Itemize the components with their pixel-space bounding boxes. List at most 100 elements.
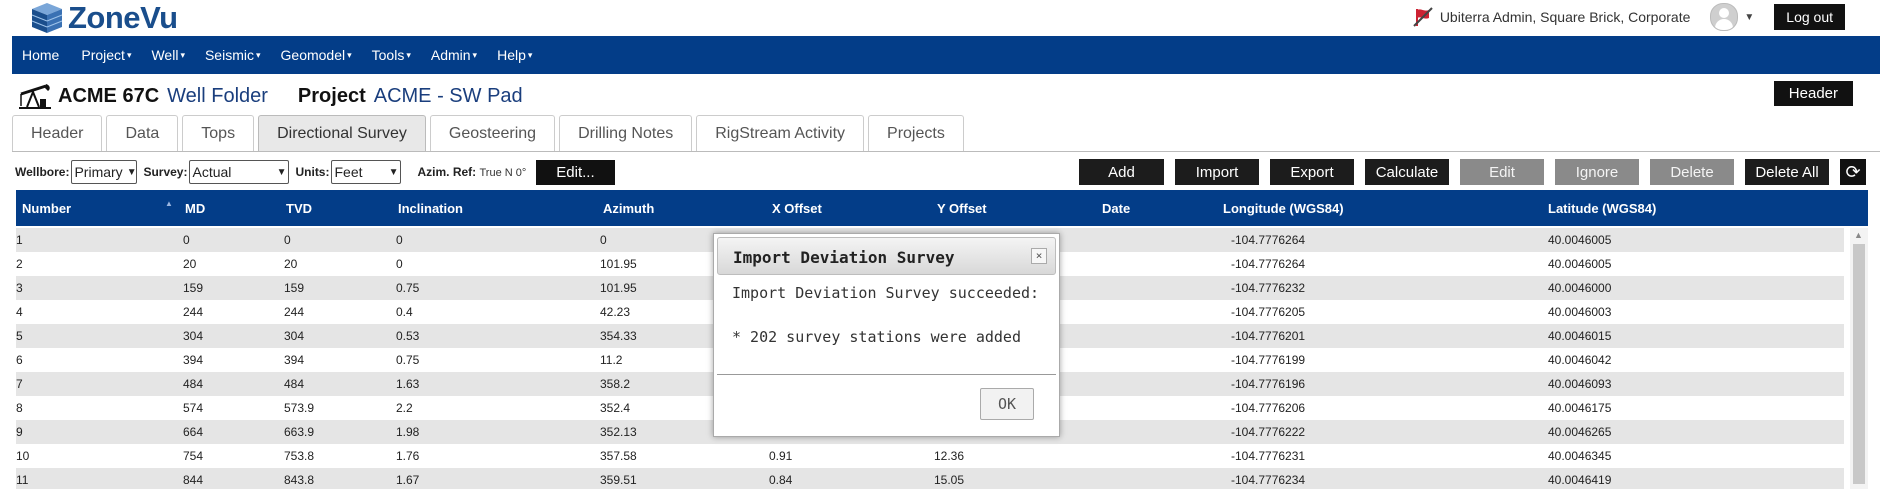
header-button[interactable]: Header [1773, 81, 1853, 106]
table-cell: 20 [183, 257, 197, 271]
muted-flag-icon [1413, 7, 1433, 27]
zonevu-logo[interactable]: ZoneVu [30, 0, 178, 36]
table-scrollbar[interactable]: ▲ [1850, 228, 1868, 489]
tab-divider [12, 151, 1880, 152]
table-cell: 0.91 [769, 449, 793, 463]
logout-button[interactable]: Log out [1774, 4, 1845, 30]
tab-geosteering[interactable]: Geosteering [429, 115, 556, 152]
tab-rigstream-activity[interactable]: RigStream Activity [696, 115, 865, 152]
table-cell: 42.23 [600, 305, 631, 319]
table-cell: 10 [16, 449, 30, 463]
table-cell: 484 [284, 377, 305, 391]
tab-data[interactable]: Data [106, 115, 179, 152]
col-date[interactable]: Date [1102, 201, 1130, 216]
table-cell: 2.2 [396, 401, 413, 415]
nav-tools[interactable]: Tools ▾ [362, 47, 421, 63]
nav-home[interactable]: Home [12, 47, 71, 63]
tab-directional-survey[interactable]: Directional Survey [258, 115, 426, 152]
table-cell: 352.4 [600, 401, 631, 415]
close-icon[interactable]: × [1031, 248, 1047, 264]
avatar[interactable] [1710, 3, 1739, 31]
table-cell: 40.0046265 [1548, 425, 1612, 439]
scrollbar-thumb[interactable] [1853, 244, 1865, 484]
chevron-down-icon: ▼ [276, 166, 287, 178]
table-cell: 354.33 [600, 329, 637, 343]
table-cell: 357.58 [600, 449, 637, 463]
export-button[interactable]: Export [1270, 159, 1354, 185]
table-cell: 0.84 [769, 473, 793, 487]
table-cell: -104.7776264 [1231, 233, 1306, 247]
scroll-up-icon[interactable]: ▲ [1854, 230, 1863, 240]
import-result-dialog: Import Deviation Survey × Import Deviati… [713, 233, 1060, 437]
table-cell: 40.0046175 [1548, 401, 1612, 415]
table-cell: 2 [16, 257, 23, 271]
ok-button[interactable]: OK [980, 388, 1034, 420]
col-azimuth[interactable]: Azimuth [603, 201, 654, 216]
delete-button[interactable]: Delete [1650, 159, 1734, 185]
tab-drilling-notes[interactable]: Drilling Notes [559, 115, 693, 152]
nav-help[interactable]: Help ▾ [487, 47, 542, 63]
table-row[interactable]: 11 844 843.8 1.67 359.51 0.84 15.05 -104.777623… [16, 468, 1844, 489]
wellbore-label: Wellbore: [15, 165, 70, 179]
table-cell: 0 [396, 257, 403, 271]
table-cell: 0 [284, 233, 291, 247]
chevron-down-icon: ▼ [388, 166, 399, 178]
nav-well[interactable]: Well ▾ [141, 47, 195, 63]
col-inclination[interactable]: Inclination [398, 201, 463, 216]
project-name-link[interactable]: ACME - SW Pad [374, 85, 523, 108]
survey-select[interactable]: Actual ▼ [189, 160, 290, 184]
nav-geomodel[interactable]: Geomodel ▾ [271, 47, 362, 63]
table-cell: 0.75 [396, 353, 420, 367]
col-latitude[interactable]: Latitude (WGS84) [1548, 201, 1656, 216]
col-x-offset[interactable]: X Offset [772, 201, 822, 216]
table-cell: 40.0046015 [1548, 329, 1612, 343]
tab-projects[interactable]: Projects [868, 115, 964, 152]
table-cell: -104.7776199 [1231, 353, 1306, 367]
tab-tops[interactable]: Tops [182, 115, 255, 152]
logo-text: ZoneVu [68, 0, 178, 35]
table-cell: 40.0046005 [1548, 233, 1612, 247]
nav-project[interactable]: Project ▾ [71, 47, 141, 63]
table-row[interactable]: 10 754 753.8 1.76 357.58 0.91 12.36 -104.777623… [16, 444, 1844, 468]
nav-seismic[interactable]: Seismic ▾ [195, 47, 271, 63]
calculate-button[interactable]: Calculate [1365, 159, 1449, 185]
table-cell: 1 [16, 233, 23, 247]
wellbore-select[interactable]: Primary ▼ [71, 160, 138, 184]
table-cell: 20 [284, 257, 298, 271]
dialog-message: Import Deviation Survey succeeded: [732, 284, 1040, 302]
table-cell: 101.95 [600, 281, 637, 295]
well-folder-link[interactable]: Well Folder [167, 85, 268, 108]
col-tvd[interactable]: TVD [286, 201, 312, 216]
table-cell: 394 [183, 353, 204, 367]
tab-bar: Header Data Tops Directional Survey Geos… [12, 115, 968, 152]
table-cell: -104.7776264 [1231, 257, 1306, 271]
refresh-icon[interactable]: ⟳ [1840, 159, 1866, 185]
table-cell: 244 [284, 305, 305, 319]
table-cell: 754 [183, 449, 204, 463]
col-y-offset[interactable]: Y Offset [937, 201, 987, 216]
edit-button[interactable]: Edit [1460, 159, 1544, 185]
user-name: Ubiterra Admin, Square Brick, Corporate [1439, 9, 1691, 25]
col-number[interactable]: Number [22, 201, 71, 216]
table-cell: 574 [183, 401, 204, 415]
table-cell: 0 [183, 233, 190, 247]
nav-admin[interactable]: Admin ▾ [421, 47, 487, 63]
pump-jack-icon [19, 84, 51, 109]
ignore-button[interactable]: Ignore [1555, 159, 1639, 185]
table-cell: 7 [16, 377, 23, 391]
table-cell: 0 [600, 233, 607, 247]
tab-header[interactable]: Header [12, 115, 103, 152]
edit-survey-button[interactable]: Edit... [536, 159, 615, 185]
add-button[interactable]: Add [1079, 159, 1164, 185]
project-label: Project [297, 84, 366, 107]
import-button[interactable]: Import [1175, 159, 1259, 185]
delete-all-button[interactable]: Delete All [1745, 159, 1829, 185]
table-header: Number ▲ MD TVD Inclination Azimuth X Of… [16, 190, 1868, 226]
chevron-down-icon[interactable]: ▼ [1744, 12, 1754, 23]
table-cell: -104.7776234 [1231, 473, 1306, 487]
units-select[interactable]: Feet ▼ [331, 160, 402, 184]
table-cell: 11 [16, 473, 29, 487]
chevron-down-icon: ▼ [126, 166, 137, 178]
col-longitude[interactable]: Longitude (WGS84) [1223, 201, 1344, 216]
col-md[interactable]: MD [185, 201, 205, 216]
